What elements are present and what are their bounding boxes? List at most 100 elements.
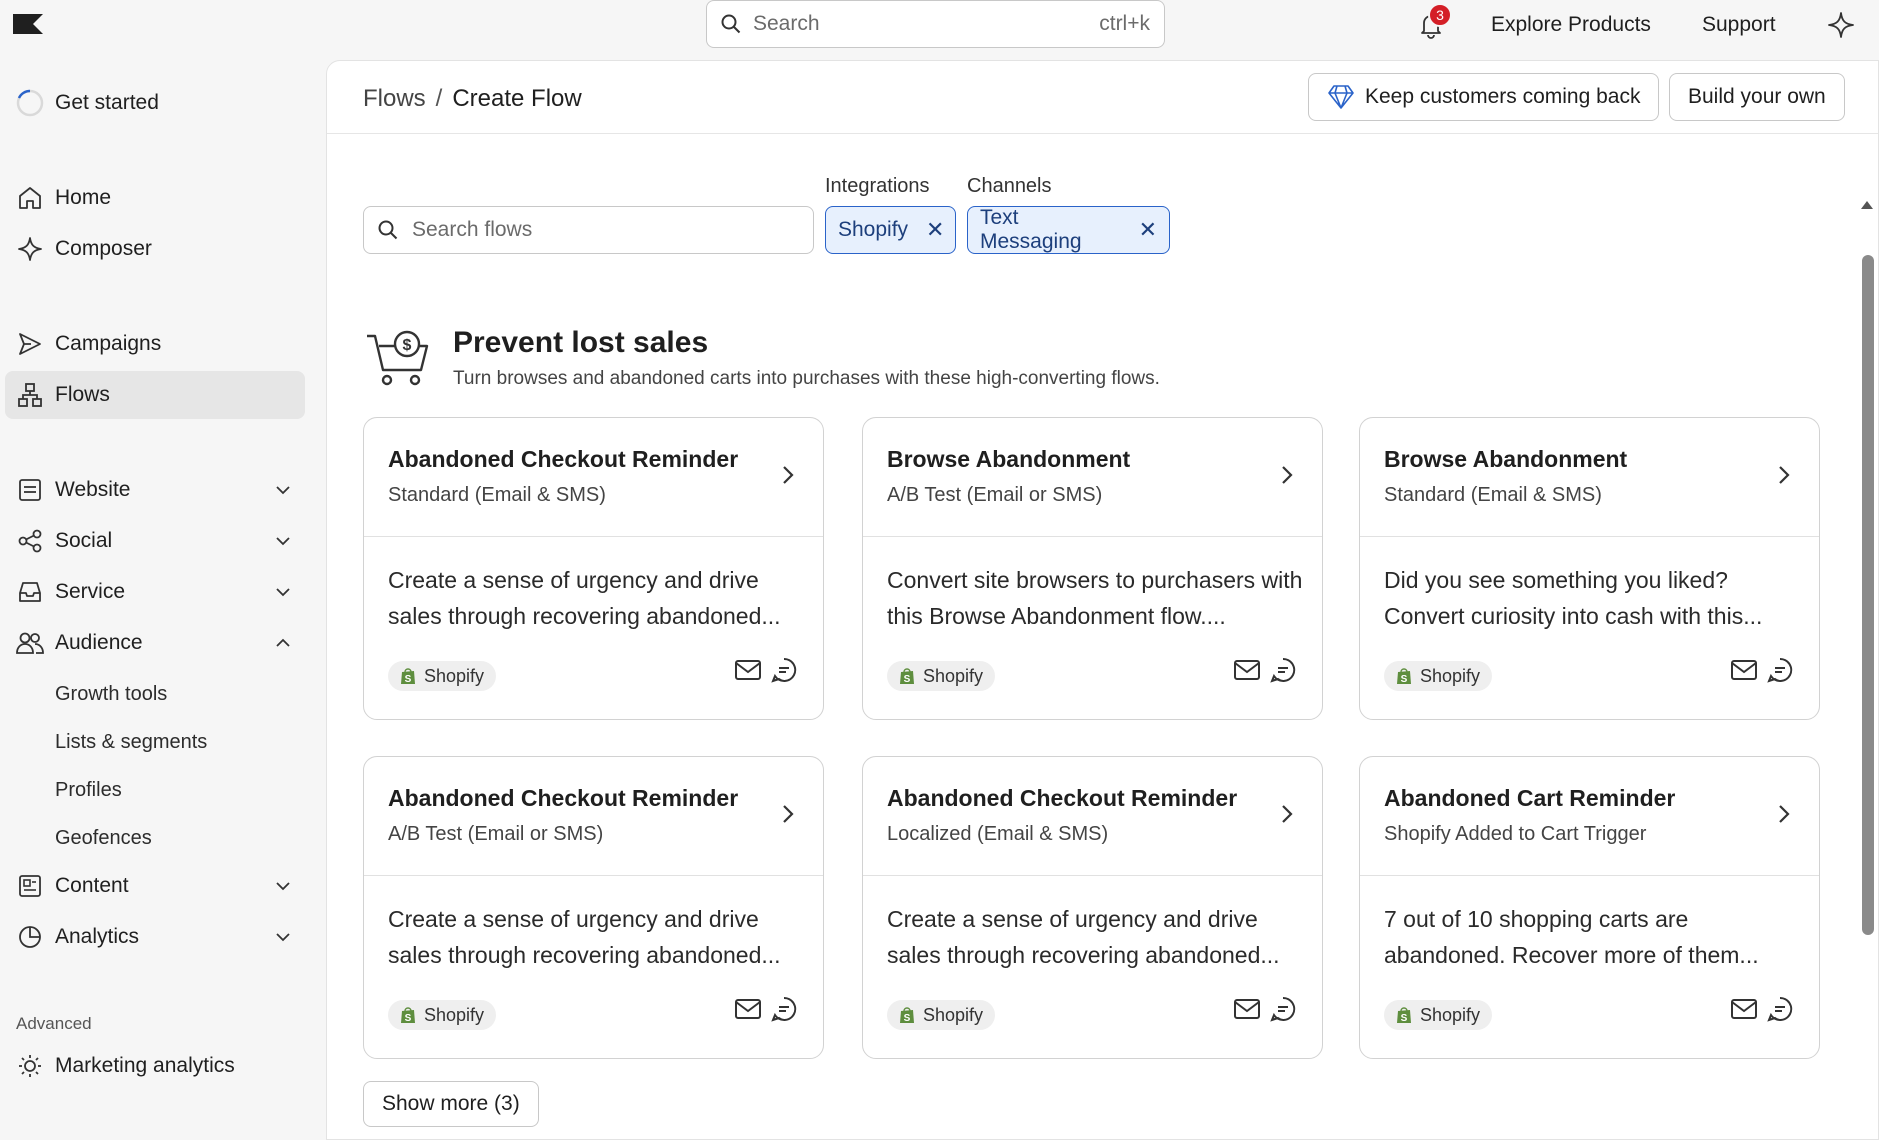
search-flows-input[interactable]: Search flows bbox=[363, 206, 814, 254]
sidebar-subitem-profiles[interactable]: Profiles bbox=[55, 779, 122, 802]
sidebar-item-analytics[interactable]: Analytics bbox=[5, 913, 305, 961]
sidebar-item-home[interactable]: Home bbox=[5, 174, 305, 222]
integrations-label: Integrations bbox=[825, 175, 930, 197]
scrollbar[interactable] bbox=[1858, 151, 1874, 1131]
sidebar-item-social[interactable]: Social bbox=[5, 517, 305, 565]
chevron-right-icon[interactable] bbox=[779, 803, 797, 825]
sms-icon bbox=[1270, 996, 1296, 1022]
card-title: Browse Abandonment bbox=[887, 446, 1131, 472]
sidebar-subitem-geofences[interactable]: Geofences bbox=[55, 827, 152, 850]
sidebar-item-label: Composer bbox=[55, 237, 152, 260]
card-description: Create a sense of urgency and drive sale… bbox=[388, 567, 781, 629]
chevron-right-icon[interactable] bbox=[779, 464, 797, 486]
card-divider bbox=[863, 536, 1322, 537]
close-icon[interactable]: ✕ bbox=[926, 217, 944, 243]
chip-label: Text Messaging bbox=[980, 206, 1082, 253]
sidebar-item-website[interactable]: Website bbox=[5, 466, 305, 514]
flow-card[interactable]: Browse Abandonment A/B Test (Email or SM… bbox=[862, 417, 1323, 720]
sidebar-subitem-growth-tools[interactable]: Growth tools bbox=[55, 683, 167, 706]
sidebar-item-get-started[interactable]: Get started bbox=[5, 79, 305, 127]
explore-products-link[interactable]: Explore Products bbox=[1491, 13, 1651, 37]
flow-card[interactable]: Abandoned Checkout Reminder A/B Test (Em… bbox=[363, 756, 824, 1059]
progress-ring-icon bbox=[15, 88, 45, 118]
support-link[interactable]: Support bbox=[1702, 13, 1776, 37]
card-description: Did you see something you liked? Convert… bbox=[1384, 567, 1763, 629]
card-description: Create a sense of urgency and drive sale… bbox=[887, 906, 1280, 968]
sidebar-item-label: Website bbox=[55, 478, 131, 501]
sidebar-item-label: Flows bbox=[55, 383, 110, 406]
diamond-icon bbox=[1328, 85, 1354, 109]
section-subtitle: Turn browses and abandoned carts into pu… bbox=[453, 368, 1160, 389]
flow-card[interactable]: Abandoned Checkout Reminder Standard (Em… bbox=[363, 417, 824, 720]
sidebar-item-label: Audience bbox=[55, 631, 143, 654]
chevron-right-icon[interactable] bbox=[1278, 803, 1296, 825]
card-title: Abandoned Checkout Reminder bbox=[388, 446, 739, 472]
global-search-input[interactable]: Search ctrl+k bbox=[706, 0, 1165, 48]
advanced-section-label: Advanced bbox=[16, 1014, 92, 1033]
sidebar-item-label: Home bbox=[55, 186, 112, 209]
chevron-right-icon[interactable] bbox=[1775, 803, 1793, 825]
svg-text:$: $ bbox=[403, 337, 412, 354]
breadcrumb-flows-link[interactable]: Flows bbox=[363, 85, 426, 112]
integration-tag: S Shopify bbox=[887, 661, 996, 691]
page-title: Create Flow bbox=[452, 85, 582, 112]
sidebar-item-audience[interactable]: Audience bbox=[5, 619, 305, 667]
card-subtitle: A/B Test (Email or SMS) bbox=[388, 823, 604, 845]
svg-text:S: S bbox=[1401, 1013, 1408, 1024]
sparkle-icon[interactable] bbox=[1826, 10, 1856, 40]
chevron-right-icon[interactable] bbox=[1278, 464, 1296, 486]
flow-card[interactable]: Abandoned Cart Reminder Shopify Added to… bbox=[1359, 756, 1820, 1059]
sidebar-item-flows[interactable]: Flows bbox=[5, 371, 305, 419]
notification-badge: 3 bbox=[1428, 3, 1452, 27]
sidebar-subitem-lists-segments[interactable]: Lists & segments bbox=[55, 731, 207, 754]
integration-filter-chip[interactable]: Shopify ✕ bbox=[825, 206, 956, 254]
sms-icon bbox=[1270, 657, 1296, 683]
sidebar: Get started Home Composer Campaigns Flow… bbox=[0, 52, 325, 1140]
shopify-icon: S bbox=[401, 668, 415, 685]
shopify-icon: S bbox=[900, 668, 914, 685]
breadcrumb-separator: / bbox=[435, 85, 443, 112]
build-your-own-button[interactable]: Build your own bbox=[1669, 73, 1845, 121]
home-icon bbox=[15, 183, 45, 213]
search-icon bbox=[721, 14, 741, 34]
shopify-icon: S bbox=[1397, 1007, 1411, 1024]
search-shortcut: ctrl+k bbox=[1099, 12, 1150, 35]
card-subtitle: Standard (Email & SMS) bbox=[388, 484, 606, 506]
email-icon bbox=[1234, 999, 1260, 1019]
email-icon bbox=[1234, 660, 1260, 680]
flow-card[interactable]: Browse Abandonment Standard (Email & SMS… bbox=[1359, 417, 1820, 720]
flow-card[interactable]: Abandoned Checkout Reminder Localized (E… bbox=[862, 756, 1323, 1059]
app-logo-icon[interactable] bbox=[13, 12, 43, 36]
channel-filter-chip[interactable]: Text Messaging ✕ bbox=[967, 206, 1170, 254]
card-subtitle: A/B Test (Email or SMS) bbox=[887, 484, 1103, 506]
chevron-down-icon bbox=[276, 537, 290, 546]
card-divider bbox=[863, 875, 1322, 876]
main-panel: Flows / Create Flow Keep customers coming … bbox=[326, 60, 1879, 1140]
sidebar-item-composer[interactable]: Composer bbox=[5, 225, 305, 273]
keep-customers-button[interactable]: Keep customers coming back bbox=[1308, 73, 1660, 121]
card-title: Abandoned Checkout Reminder bbox=[388, 785, 739, 811]
sidebar-item-campaigns[interactable]: Campaigns bbox=[5, 320, 305, 368]
integration-tag: S Shopify bbox=[388, 1000, 497, 1030]
chevron-up-icon bbox=[276, 638, 290, 647]
integration-tag-label: Shopify bbox=[424, 665, 485, 686]
lightbulb-icon bbox=[15, 1051, 45, 1081]
close-icon[interactable]: ✕ bbox=[1139, 217, 1157, 243]
sidebar-item-marketing-analytics[interactable]: Marketing analytics bbox=[5, 1042, 305, 1090]
top-bar: Search ctrl+k 3 Explore Products Support bbox=[0, 0, 1879, 52]
shopping-cart-icon: $ bbox=[367, 330, 429, 386]
pie-chart-icon bbox=[15, 922, 45, 952]
card-title: Abandoned Checkout Reminder bbox=[887, 785, 1238, 811]
shopify-icon: S bbox=[900, 1007, 914, 1024]
chevron-right-icon[interactable] bbox=[1775, 464, 1793, 486]
show-more-button[interactable]: Show more (3) bbox=[363, 1081, 539, 1127]
sidebar-item-service[interactable]: Service bbox=[5, 568, 305, 616]
scroll-up-arrow[interactable] bbox=[1861, 201, 1873, 209]
email-icon bbox=[735, 660, 761, 680]
breadcrumb: Flows / Create Flow bbox=[363, 85, 582, 113]
website-icon bbox=[15, 475, 45, 505]
sidebar-item-content[interactable]: Content bbox=[5, 862, 305, 910]
svg-text:S: S bbox=[904, 1013, 911, 1024]
scrollbar-thumb[interactable] bbox=[1862, 255, 1874, 935]
sidebar-item-label: Analytics bbox=[55, 925, 140, 948]
